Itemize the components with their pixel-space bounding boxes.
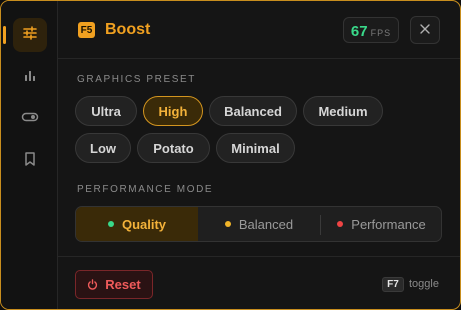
performance-dot-icon bbox=[337, 221, 344, 227]
bar-chart-icon bbox=[22, 67, 38, 88]
sidebar-item-saved[interactable] bbox=[13, 144, 47, 178]
reset-label: Reset bbox=[105, 277, 141, 292]
performance-mode-selector: Quality Balanced Performance bbox=[75, 206, 442, 242]
toggle-icon bbox=[21, 109, 39, 130]
mode-quality-label: Quality bbox=[121, 216, 167, 232]
reset-button[interactable]: Reset bbox=[75, 270, 153, 299]
header: F5 Boost 67 FPS bbox=[58, 1, 460, 59]
bookmark-icon bbox=[23, 151, 37, 172]
preset-potato[interactable]: Potato bbox=[137, 133, 210, 163]
hotkey-badge: F7 bbox=[382, 277, 404, 292]
balanced-dot-icon bbox=[224, 221, 231, 227]
sliders-icon bbox=[22, 25, 38, 46]
close-button[interactable] bbox=[410, 16, 440, 44]
sidebar-item-stats[interactable] bbox=[13, 60, 47, 94]
preset-high[interactable]: High bbox=[143, 96, 203, 126]
mode-performance[interactable]: Performance bbox=[321, 207, 441, 241]
quality-dot-icon bbox=[107, 221, 114, 227]
app-title: Boost bbox=[105, 21, 151, 38]
preset-ultra[interactable]: Ultra bbox=[75, 96, 137, 126]
sidebar bbox=[1, 1, 58, 309]
fps-unit: FPS bbox=[370, 28, 392, 38]
mode-balanced-label: Balanced bbox=[238, 216, 294, 232]
footer: Reset F7 toggle bbox=[58, 256, 460, 309]
preset-medium[interactable]: Medium bbox=[303, 96, 383, 126]
main-panel: F5 Boost 67 FPS GRAPHICS PRESET Ultra Hi… bbox=[58, 1, 460, 309]
close-icon bbox=[420, 21, 430, 39]
fps-counter: 67 FPS bbox=[343, 17, 399, 43]
preset-balanced[interactable]: Balanced bbox=[209, 96, 297, 126]
preset-low[interactable]: Low bbox=[75, 133, 131, 163]
performance-mode-label: PERFORMANCE MODE bbox=[77, 184, 214, 195]
mode-quality[interactable]: Quality bbox=[76, 207, 198, 241]
mode-performance-label: Performance bbox=[351, 216, 426, 232]
sidebar-item-settings[interactable] bbox=[13, 18, 47, 52]
mode-balanced[interactable]: Balanced bbox=[198, 207, 320, 241]
boost-panel: F5 Boost 67 FPS GRAPHICS PRESET Ultra Hi… bbox=[0, 0, 461, 310]
preset-minimal[interactable]: Minimal bbox=[216, 133, 295, 163]
hotkey-hint: toggle bbox=[409, 278, 439, 290]
active-indicator bbox=[3, 26, 6, 44]
sidebar-item-toggles[interactable] bbox=[13, 102, 47, 136]
app-logo-badge: F5 bbox=[78, 22, 95, 38]
power-icon bbox=[87, 279, 98, 290]
fps-value: 67 bbox=[350, 23, 368, 40]
graphics-preset-label: GRAPHICS PRESET bbox=[77, 74, 197, 85]
